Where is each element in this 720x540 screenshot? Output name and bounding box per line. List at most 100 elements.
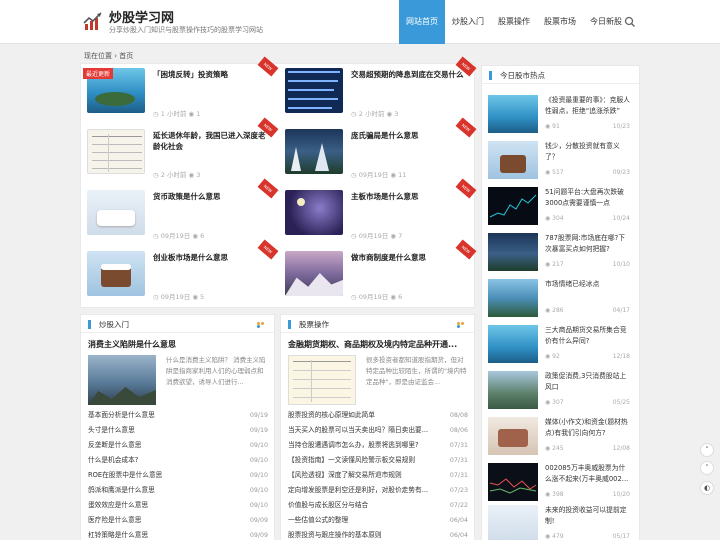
hot-topic-title[interactable]: 政策促消费,3只消费股站上风口 xyxy=(545,371,631,395)
hot-topic-thumbnail[interactable] xyxy=(488,505,538,540)
theme-toggle-button[interactable]: ◐ xyxy=(700,481,714,495)
hot-topic-item[interactable]: 媒体(小作文)和资金(题材热点)有我们引向何方? ◉ 245 12/08 xyxy=(488,417,630,459)
hot-topic-title[interactable]: 002085万丰奥威股票为什么涨不起来(万丰奥威002... xyxy=(545,463,631,487)
post-card[interactable]: 创业板市场是什么意思 ◷ 09月19日 ◉ 5 NEW xyxy=(83,239,279,307)
list-item[interactable]: 股票投资与跟庄操作的基本原则 06/04 xyxy=(288,528,468,540)
nav-item-operation[interactable]: 股票操作 xyxy=(491,0,537,44)
hot-topic-item[interactable]: 《投资最重要的事》：克服人性弱点，拒绝“追涨杀跌” ◉ 91 10/23 xyxy=(488,95,630,137)
list-item[interactable]: 医疗险是什么意思 09/09 xyxy=(88,513,268,528)
hot-topic-item[interactable]: 51问题平台:大盘再次跌破3000点需要谨慎一点 ◉ 304 10/24 xyxy=(488,187,630,229)
hot-topic-thumbnail[interactable] xyxy=(488,279,538,317)
post-title[interactable]: 交易超预期的降息到底在交易什么 xyxy=(351,69,469,80)
eye-icon: ◉ xyxy=(192,232,201,240)
hot-topic-thumbnail[interactable] xyxy=(488,417,538,455)
hot-topic-thumbnail[interactable] xyxy=(488,233,538,271)
hot-topic-item[interactable]: 三大商品期货交易所集合竞价有什么异同? ◉ 92 12/18 xyxy=(488,325,630,367)
list-item[interactable]: 当天买入的股票可以当天卖出吗？隔日卖出要... 08/06 xyxy=(288,423,468,438)
post-thumbnail[interactable] xyxy=(285,251,343,296)
post-card[interactable]: 庞氏骗局是什么意思 ◷ 09月19日 ◉ 11 NEW xyxy=(281,117,477,185)
site-title[interactable]: 炒股学习网 xyxy=(109,7,174,26)
hot-topic-thumbnail[interactable] xyxy=(488,187,538,225)
hot-topic-thumbnail[interactable] xyxy=(488,141,538,179)
section-header: 股票操作 xyxy=(281,315,474,333)
hot-topic-item[interactable]: 政策促消费,3只消费股站上风口 ◉ 307 05/25 xyxy=(488,371,630,413)
hot-topic-item[interactable]: 市场情绪已经冰点 ◉ 286 04/17 xyxy=(488,279,630,321)
post-meta: ◷ 09月19日 ◉ 5 xyxy=(153,293,205,301)
featured-post-title[interactable]: 金融期货期权、商品期权及境内特定品种开通... xyxy=(288,339,468,350)
post-date: 10/23 xyxy=(612,123,630,130)
post-title[interactable]: 「困境反转」投资策略 xyxy=(153,69,271,80)
post-card[interactable]: 延长退休年龄，我国已进入深度老龄化社会 ◷ 2 小时前 ◉ 3 NEW xyxy=(83,117,279,185)
list-item[interactable]: 当持仓股遭遇调市怎么办，股票将逃到哪里? 07/31 xyxy=(288,438,468,453)
hot-topic-title[interactable]: 钱少，分散投资就有意义了？ xyxy=(545,141,631,165)
post-thumbnail[interactable] xyxy=(87,190,145,235)
hot-topic-title[interactable]: 787股票网:市场底在哪?下次暴富买点如何把握? xyxy=(545,233,631,257)
post-title[interactable]: 做市商制度是什么意思 xyxy=(351,252,469,263)
hot-topic-title[interactable]: 三大商品期货交易所集合竞价有什么异同? xyxy=(545,325,631,349)
view-count: ◉ 307 xyxy=(545,399,564,406)
view-count: ◉ 217 xyxy=(545,261,564,268)
post-meta: ◷ 09月19日 ◉ 6 xyxy=(153,232,205,240)
post-thumbnail[interactable] xyxy=(87,251,145,296)
list-item[interactable]: 蛋效效应是什么意思 09/10 xyxy=(88,498,268,513)
clock-icon: ◷ xyxy=(351,171,359,179)
hot-topic-item[interactable]: 钱少，分散投资就有意义了？ ◉ 517 09/23 xyxy=(488,141,630,183)
hot-topic-title[interactable]: 51问题平台:大盘再次跌破3000点需要谨慎一点 xyxy=(545,187,631,211)
list-item[interactable]: 反垄断是什么意思 09/10 xyxy=(88,438,268,453)
list-item[interactable]: ROE在股票中是什么意思 09/10 xyxy=(88,468,268,483)
hot-topic-title[interactable]: 媒体(小作文)和资金(题材热点)有我们引向何方? xyxy=(545,417,631,441)
hot-topic-item[interactable]: 未来的投资收益可以提前定制! ◉ 479 05/17 xyxy=(488,505,630,540)
post-thumbnail[interactable] xyxy=(285,190,343,235)
hot-topic-item[interactable]: 787股票网:市场底在哪?下次暴富买点如何把握? ◉ 217 10/10 xyxy=(488,233,630,275)
post-card[interactable]: 主板市场是什么意思 ◷ 09月19日 ◉ 7 NEW xyxy=(281,178,477,246)
post-card[interactable]: 交易超预期的降息到底在交易什么 ◷ 2 小时前 ◉ 3 NEW xyxy=(281,56,477,124)
featured-post-title[interactable]: 消费主义陷阱是什么意思 xyxy=(88,339,268,350)
scroll-down-button[interactable]: ˅ xyxy=(700,461,714,475)
stock-chart-logo-icon[interactable] xyxy=(83,11,103,31)
section-header: 炒股入门 xyxy=(81,315,274,333)
post-date: 09/23 xyxy=(612,169,630,176)
post-title[interactable]: 货币政策是什么意思 xyxy=(153,191,271,202)
post-thumbnail[interactable] xyxy=(285,68,343,113)
section-title[interactable]: 炒股入门 xyxy=(99,319,129,330)
post-meta: ◷ 09月19日 ◉ 6 xyxy=(351,293,403,301)
post-title[interactable]: 创业板市场是什么意思 xyxy=(153,252,271,263)
clock-icon: ◷ xyxy=(153,232,161,240)
list-item[interactable]: 价值股与成长股区分与结合 07/22 xyxy=(288,498,468,513)
post-title[interactable]: 庞氏骗局是什么意思 xyxy=(351,130,469,141)
list-item[interactable]: 基本面分析是什么意思 09/19 xyxy=(88,408,268,423)
post-card[interactable]: 做市商制度是什么意思 ◷ 09月19日 ◉ 6 NEW xyxy=(281,239,477,307)
list-item[interactable]: 股票投资的核心原理如此简单 08/08 xyxy=(288,408,468,423)
featured-post-thumbnail[interactable] xyxy=(288,355,356,405)
hot-topic-thumbnail[interactable] xyxy=(488,463,538,501)
list-item[interactable]: 定向增发股票是利空还是利好，对股价走势有... 07/23 xyxy=(288,483,468,498)
post-title[interactable]: 主板市场是什么意思 xyxy=(351,191,469,202)
post-thumbnail[interactable] xyxy=(285,129,343,174)
list-item[interactable]: 头寸是什么意思 09/19 xyxy=(88,423,268,438)
nav-item-market[interactable]: 股票市场 xyxy=(537,0,583,44)
list-item[interactable]: 一些估值公式的整理 06/04 xyxy=(288,513,468,528)
hot-topic-title[interactable]: 《投资最重要的事》：克服人性弱点，拒绝“追涨杀跌” xyxy=(545,95,631,119)
nav-item-home[interactable]: 网站首页 xyxy=(399,0,445,44)
list-item[interactable]: 【投资指南】一文读懂风险警示板交易规则 07/31 xyxy=(288,453,468,468)
post-card[interactable]: 货币政策是什么意思 ◷ 09月19日 ◉ 6 NEW xyxy=(83,178,279,246)
scroll-up-button[interactable]: ˄ xyxy=(700,443,714,457)
nav-item-beginner[interactable]: 炒股入门 xyxy=(445,0,491,44)
post-thumbnail[interactable] xyxy=(87,129,145,174)
section-title[interactable]: 股票操作 xyxy=(299,319,329,330)
search-icon[interactable] xyxy=(624,16,636,28)
hot-topic-thumbnail[interactable] xyxy=(488,95,538,133)
list-item[interactable]: 杠铃策略是什么意思 09/09 xyxy=(88,528,268,540)
hot-topic-title[interactable]: 未来的投资收益可以提前定制! xyxy=(545,505,631,529)
list-item[interactable]: 鸽派和鹰派是什么意思 09/10 xyxy=(88,483,268,498)
nav-item-new-stocks[interactable]: 今日新股 xyxy=(583,0,629,44)
list-item[interactable]: 【风险透视】深度了解交易所退市规则 07/31 xyxy=(288,468,468,483)
hot-topic-title[interactable]: 市场情绪已经冰点 xyxy=(545,279,631,303)
hot-topic-thumbnail[interactable] xyxy=(488,371,538,409)
list-item[interactable]: 什么是机会成本? 09/10 xyxy=(88,453,268,468)
hot-topic-item[interactable]: 002085万丰奥威股票为什么涨不起来(万丰奥威002... ◉ 398 10/… xyxy=(488,463,630,505)
hot-topic-thumbnail[interactable] xyxy=(488,325,538,363)
featured-post-thumbnail[interactable] xyxy=(88,355,156,405)
post-card[interactable]: 最近更新 「困境反转」投资策略 ◷ 1 小时前 ◉ 1 NEW xyxy=(83,56,279,124)
post-title[interactable]: 延长退休年龄，我国已进入深度老龄化社会 xyxy=(153,130,271,152)
